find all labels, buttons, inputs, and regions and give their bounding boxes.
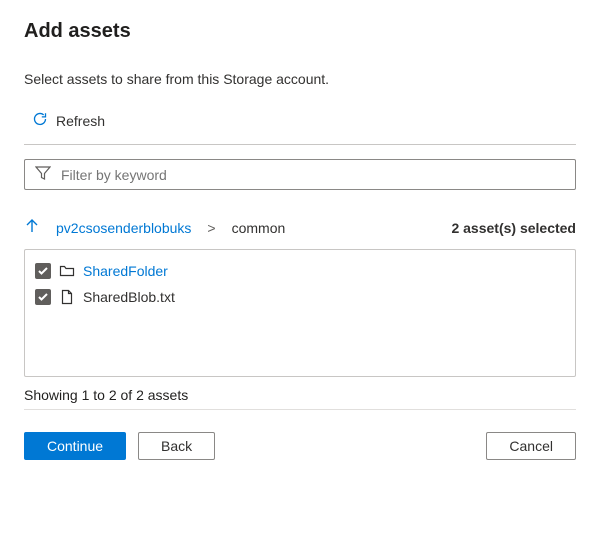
divider bbox=[24, 409, 576, 410]
refresh-icon bbox=[32, 111, 48, 130]
continue-button[interactable]: Continue bbox=[24, 432, 126, 460]
page-subtitle: Select assets to share from this Storage… bbox=[24, 71, 576, 87]
asset-name[interactable]: SharedFolder bbox=[83, 263, 168, 279]
list-item[interactable]: SharedFolder bbox=[31, 258, 569, 284]
breadcrumb-storage-link[interactable]: pv2csosenderblobuks bbox=[56, 220, 191, 236]
page-title: Add assets bbox=[24, 20, 576, 43]
pager-text: Showing 1 to 2 of 2 assets bbox=[24, 387, 576, 403]
footer: Continue Back Cancel bbox=[24, 432, 576, 460]
list-item[interactable]: SharedBlob.txt bbox=[31, 284, 569, 310]
asset-name: SharedBlob.txt bbox=[83, 289, 175, 305]
refresh-label: Refresh bbox=[56, 113, 105, 129]
refresh-button[interactable]: Refresh bbox=[24, 107, 113, 134]
divider bbox=[24, 144, 576, 145]
folder-icon bbox=[59, 263, 75, 279]
breadcrumb: pv2csosenderblobuks > common bbox=[24, 218, 285, 237]
filter-input[interactable] bbox=[59, 166, 565, 184]
file-icon bbox=[59, 289, 75, 305]
back-button[interactable]: Back bbox=[138, 432, 215, 460]
cancel-button[interactable]: Cancel bbox=[486, 432, 576, 460]
checkbox[interactable] bbox=[35, 263, 51, 279]
asset-list: SharedFolder SharedBlob.txt bbox=[24, 249, 576, 377]
filter-input-wrapper[interactable] bbox=[24, 159, 576, 190]
checkbox[interactable] bbox=[35, 289, 51, 305]
selected-count: 2 asset(s) selected bbox=[451, 220, 576, 236]
filter-icon bbox=[35, 165, 51, 184]
breadcrumb-current: common bbox=[232, 220, 286, 236]
breadcrumb-up-icon[interactable] bbox=[24, 218, 40, 237]
breadcrumb-separator: > bbox=[207, 220, 215, 236]
